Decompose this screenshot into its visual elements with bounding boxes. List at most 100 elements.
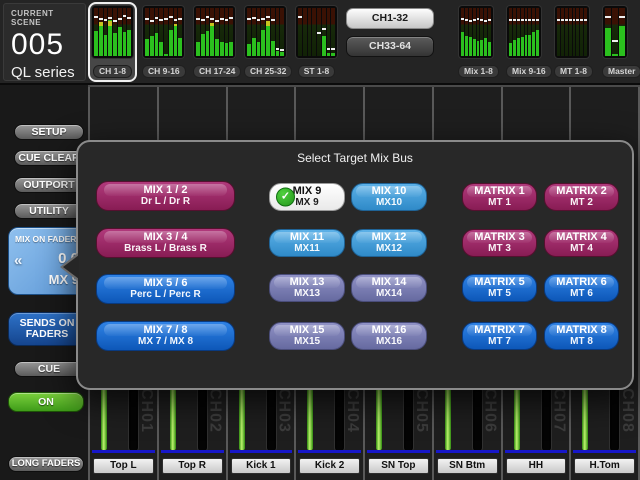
meter-tab-mt-1-8[interactable]: MT 1-8: [551, 2, 593, 82]
meter-level-bar: [210, 23, 214, 56]
meter-column: [252, 8, 256, 56]
meter-column: [229, 8, 233, 56]
meter-column: [557, 8, 560, 56]
setup-button[interactable]: SETUP: [14, 124, 84, 140]
ql-stagemix-screen: CH01Top LCH02Top RCH03Kick 1CH04Kick 2CH…: [0, 0, 640, 480]
fader-position-tick: [150, 20, 154, 22]
channel-name-ch01[interactable]: Top L: [93, 458, 154, 474]
fader-position-tick: [322, 28, 326, 30]
channel-level-meter: [170, 388, 176, 450]
meter-level-bar: [159, 42, 163, 56]
meter-yellow-segment: [174, 24, 178, 26]
channel-on-button[interactable]: ON: [8, 392, 84, 412]
meter-tab-label: MT 1-8: [554, 65, 593, 78]
meter-tab-ch-25-32[interactable]: CH 25-32: [241, 2, 290, 82]
meter-level-bar: [215, 39, 219, 56]
meter-tab-master[interactable]: Master: [599, 2, 631, 82]
cue-button[interactable]: CUE: [14, 361, 84, 377]
meter-column: [327, 8, 331, 56]
channel-number-label: CH02: [206, 388, 224, 452]
meter-column: [123, 8, 127, 56]
channel-name-ch02[interactable]: Top R: [162, 458, 223, 474]
meter-column: [257, 8, 261, 56]
meter-tab-st-1-8[interactable]: ST 1-8: [292, 2, 341, 82]
bus-label: MX14: [352, 288, 426, 300]
mix-bus-button-mix-3-4[interactable]: MIX 3 / 4Brass L / Brass R: [96, 228, 235, 258]
channel-color-bar: [92, 450, 155, 453]
meter-tab-mix-9-16[interactable]: Mix 9-16: [503, 2, 545, 82]
mix-bus-button-matrix-3[interactable]: MATRIX 3MT 3: [462, 229, 537, 257]
fader-position-tick: [99, 18, 103, 20]
meter-column: [303, 8, 307, 56]
mix-bus-button-mix-16[interactable]: MIX 16MX16: [351, 322, 427, 350]
mix-bus-button-mix-11[interactable]: MIX 11MX11: [269, 229, 345, 257]
outport-button[interactable]: OUTPORT: [14, 177, 84, 193]
channel-name-ch06[interactable]: SN Btm: [437, 458, 498, 474]
meter-column: [509, 8, 512, 56]
bank-ch33-64-button[interactable]: CH33-64: [346, 36, 434, 57]
mix-bus-button-mix-7-8[interactable]: MIX 7 / 8MX 7 / MX 8: [96, 321, 235, 351]
fader-position-tick: [118, 18, 122, 20]
fader-position-tick: [465, 19, 468, 21]
meter-tab-ch-1-8[interactable]: CH 1-8: [88, 2, 137, 82]
meter-level-bar: [164, 54, 168, 56]
mix-bus-button-matrix-5[interactable]: MATRIX 5MT 5: [462, 274, 537, 302]
meter-column: [220, 8, 224, 56]
mix-bus-button-mix-15[interactable]: MIX 15MX15: [269, 322, 345, 350]
mix-bus-button-mix-10[interactable]: MIX 10MX10: [351, 183, 427, 211]
channel-name-ch03[interactable]: Kick 1: [231, 458, 292, 474]
fader-position-tick: [612, 40, 618, 42]
meter-level-bar: [322, 36, 326, 56]
meter-level-bar: [169, 30, 173, 56]
channel-name-ch08[interactable]: H.Tom: [574, 458, 635, 474]
channel-color-bar: [298, 450, 361, 453]
utility-button[interactable]: UTILITY: [14, 203, 84, 219]
mix-bus-button-matrix-4[interactable]: MATRIX 4MT 4: [544, 229, 619, 257]
fader-position-tick: [557, 19, 560, 21]
bus-label: MX12: [352, 243, 426, 255]
mix-bus-button-mix-13[interactable]: MIX 13MX13: [269, 274, 345, 302]
meter-tab-mix-1-8[interactable]: Mix 1-8: [455, 2, 497, 82]
meter-tab-ch-9-16[interactable]: CH 9-16: [139, 2, 188, 82]
bus-name: MATRIX 5: [463, 276, 536, 288]
sends-on-faders-button[interactable]: SENDS ON FADERS: [8, 312, 86, 346]
fader-position-tick: [127, 17, 131, 19]
channel-name-ch05[interactable]: SN Top: [368, 458, 429, 474]
meter-tab-label: CH 9-16: [142, 65, 186, 78]
mix-bus-button-matrix-1[interactable]: MATRIX 1MT 1: [462, 183, 537, 211]
meter-tab-ch-17-24[interactable]: CH 17-24: [190, 2, 239, 82]
select-target-mix-bus-dialog: Select Target Mix Bus MIX 1 / 2Dr L / Dr…: [76, 140, 634, 390]
mix-bus-button-mix-9[interactable]: ✓MIX 9MX 9: [269, 183, 345, 211]
meter-level-bar: [201, 34, 205, 56]
channel-name-ch04[interactable]: Kick 2: [299, 458, 360, 474]
meter-column: [276, 8, 280, 56]
fader-position-tick: [201, 19, 205, 21]
meter-column: [565, 8, 568, 56]
cue-clear-button[interactable]: CUE CLEAR: [14, 150, 84, 166]
mix-bus-button-matrix-6[interactable]: MATRIX 6MT 6: [544, 274, 619, 302]
meter-column: [525, 8, 528, 56]
current-scene-caption: CURRENT SCENE: [11, 9, 78, 27]
meter-display: [458, 5, 494, 59]
bus-name: MIX 11: [270, 231, 344, 243]
meter-level-bar: [280, 52, 284, 56]
mix-bus-button-matrix-8[interactable]: MATRIX 8MT 8: [544, 322, 619, 350]
fader-position-tick: [169, 16, 173, 18]
fader-position-tick: [573, 19, 576, 21]
mix-bus-button-matrix-7[interactable]: MATRIX 7MT 7: [462, 322, 537, 350]
mix-bus-button-matrix-2[interactable]: MATRIX 2MT 2: [544, 183, 619, 211]
bank-ch1-32-button[interactable]: CH1-32: [346, 8, 434, 29]
meter-column: [473, 8, 476, 56]
mix-bus-button-mix-5-6[interactable]: MIX 5 / 6Perc L / Perc R: [96, 274, 235, 304]
meter-level-bar: [619, 26, 625, 56]
bus-label: MT 7: [463, 336, 536, 348]
current-scene-display[interactable]: CURRENT SCENE 005 QL series: [3, 3, 86, 81]
channel-name-ch07[interactable]: HH: [506, 458, 567, 474]
meter-column: [469, 8, 472, 56]
channel-level-meter: [582, 388, 588, 450]
mix-bus-button-mix-1-2[interactable]: MIX 1 / 2Dr L / Dr R: [96, 181, 235, 211]
mix-bus-button-mix-12[interactable]: MIX 12MX12: [351, 229, 427, 257]
mix-bus-button-mix-14[interactable]: MIX 14MX14: [351, 274, 427, 302]
long-faders-button[interactable]: LONG FADERS: [8, 456, 84, 472]
meter-yellow-segment: [99, 22, 103, 26]
